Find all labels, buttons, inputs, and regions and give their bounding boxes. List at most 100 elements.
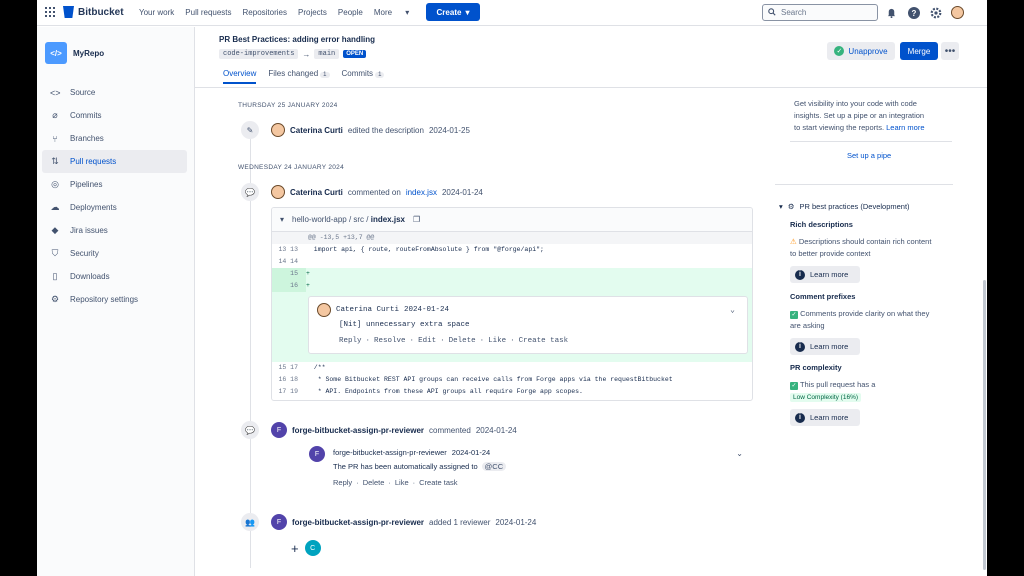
target-branch[interactable]: main — [314, 49, 340, 59]
commit-icon: ⌀ — [52, 110, 58, 120]
sidebar-item-branches[interactable]: ⑂ Branches — [42, 127, 187, 150]
create-task-link[interactable]: Create task — [519, 335, 569, 347]
file-link[interactable]: index.jsx — [406, 188, 437, 197]
like-link[interactable]: Like — [395, 478, 409, 487]
reviewers-list: + C — [291, 540, 321, 556]
bot-avatar[interactable]: F — [271, 422, 287, 438]
reviewer-avatar[interactable]: C — [304, 540, 321, 556]
learn-more-button[interactable]: i Learn more — [790, 338, 860, 355]
day-header: THURSDAY 25 JANUARY 2024 — [238, 102, 338, 109]
sidebar-item-pull-requests[interactable]: ⇅ Pull requests — [42, 150, 187, 173]
author-name[interactable]: Caterina Curti — [290, 188, 343, 197]
sidebar: </> MyRepo <> Source ⌀ Commits ⑂ Branches ⇅… — [37, 27, 195, 576]
user-mention[interactable]: @CC — [481, 462, 507, 471]
learn-more-link[interactable]: Learn more — [886, 123, 924, 132]
sidebar-item-pipelines[interactable]: ◎ Pipelines — [42, 173, 187, 196]
pr-practices-header[interactable]: ▾ ⚙ PR best practices (Development) — [779, 202, 910, 211]
repo-header[interactable]: </> MyRepo — [45, 42, 104, 64]
unapprove-button[interactable]: ✓ Unapprove — [827, 42, 895, 60]
branch-info: code-improvements → main OPEN — [219, 49, 367, 59]
inline-comment-row: Caterina Curti 2024-01-24 ⌄ [Nit] unnece… — [272, 292, 752, 362]
activity-feed: THURSDAY 25 JANUARY 2024 ✎ Caterina Curt… — [195, 88, 775, 576]
vertical-scrollbar[interactable] — [983, 280, 986, 570]
app-switcher-icon[interactable] — [45, 7, 55, 17]
sidebar-item-jira-issues[interactable]: ◆ Jira issues — [42, 219, 187, 242]
chevron-down-icon: ▾ — [405, 8, 410, 17]
nav-projects[interactable]: Projects — [298, 8, 327, 17]
source-branch[interactable]: code-improvements — [219, 49, 299, 59]
author-name[interactable]: forge-bitbucket-assign-pr-reviewer — [292, 518, 424, 527]
svg-text:?: ? — [911, 9, 916, 18]
gear-icon: ⚙ — [50, 294, 60, 304]
complexity-badge: Low Complexity (16%) — [790, 393, 862, 402]
inline-comment: Caterina Curti 2024-01-24 ⌄ [Nit] unnece… — [308, 296, 748, 354]
like-link[interactable]: Like — [488, 335, 506, 347]
avatar[interactable] — [271, 185, 285, 199]
setup-pipe-link[interactable]: Set up a pipe — [847, 150, 891, 162]
bot-avatar[interactable]: F — [309, 446, 325, 462]
create-task-link[interactable]: Create task — [419, 478, 457, 487]
bot-avatar[interactable]: F — [271, 514, 287, 530]
sidebar-item-deployments[interactable]: ☁ Deployments — [42, 196, 187, 219]
author-name[interactable]: Caterina Curti — [290, 126, 343, 135]
settings-gear-icon[interactable] — [929, 6, 942, 19]
sidebar-item-commits[interactable]: ⌀ Commits — [42, 104, 187, 127]
rich-descriptions-text: ⚠ Descriptions should contain rich conte… — [790, 237, 932, 258]
check-box-icon: ✓ — [790, 311, 798, 319]
learn-more-button[interactable]: i Learn more — [790, 409, 860, 426]
bitbucket-logo[interactable]: Bitbucket — [63, 6, 124, 18]
right-sidebar: Get visibility into your code with code … — [775, 88, 987, 576]
check-box-icon: ✓ — [790, 382, 798, 390]
chevron-down-icon[interactable]: ⌄ — [730, 305, 735, 317]
chevron-down-icon[interactable]: ⌄ — [736, 449, 743, 458]
resolve-link[interactable]: Resolve — [374, 335, 406, 347]
more-actions-icon[interactable]: ••• — [941, 42, 959, 60]
comment-icon: 💬 — [241, 421, 259, 439]
reply-text: The PR has been automatically assigned t… — [333, 462, 507, 471]
sidebar-item-downloads[interactable]: ▯ Downloads — [42, 265, 187, 288]
chevron-down-icon[interactable]: ▾ — [280, 215, 284, 224]
pipeline-icon: ◎ — [51, 179, 59, 189]
app-window: Bitbucket Your work Pull requests Reposi… — [37, 0, 987, 576]
user-avatar[interactable] — [951, 6, 964, 19]
search-input[interactable]: Search — [762, 4, 878, 21]
info-icon: i — [795, 341, 805, 352]
nav-pull-requests[interactable]: Pull requests — [185, 8, 231, 17]
pr-tabs: Overview Files changed 1 Commits 1 — [223, 69, 385, 84]
delete-link[interactable]: Delete — [363, 478, 385, 487]
top-right-icons: ? — [885, 6, 964, 19]
nav-your-work[interactable]: Your work — [139, 8, 174, 17]
chevron-down-icon: ▾ — [465, 7, 470, 17]
sidebar-item-security[interactable]: ⛉ Security — [42, 242, 187, 265]
tab-commits[interactable]: Commits 1 — [342, 69, 385, 84]
edit-link[interactable]: Edit — [418, 335, 436, 347]
notifications-icon[interactable] — [885, 6, 898, 19]
tab-files-changed[interactable]: Files changed 1 — [268, 69, 330, 84]
delete-link[interactable]: Delete — [449, 335, 476, 347]
comment-icon: 💬 — [241, 183, 259, 201]
nav-people[interactable]: People — [338, 8, 363, 17]
tab-overview[interactable]: Overview — [223, 69, 257, 84]
comment-header: Caterina Curti 2024-01-24 — [317, 303, 449, 317]
bitbucket-logo-icon — [63, 6, 74, 18]
divider — [775, 184, 953, 185]
sidebar-item-repository-settings[interactable]: ⚙ Repository settings — [42, 288, 187, 311]
author-name[interactable]: forge-bitbucket-assign-pr-reviewer — [292, 426, 424, 435]
copy-icon[interactable]: ❐ — [413, 215, 420, 224]
merge-button[interactable]: Merge — [900, 42, 938, 60]
reply-actions: Reply · Delete · Like · Create task — [333, 478, 458, 487]
learn-more-button[interactable]: i Learn more — [790, 266, 860, 283]
create-button[interactable]: Create ▾ — [426, 3, 480, 21]
nav-repositories[interactable]: Repositories — [243, 8, 287, 17]
horizontal-scrollbar[interactable] — [274, 400, 750, 401]
avatar[interactable] — [271, 123, 285, 137]
nav-more[interactable]: More ▾ — [374, 8, 420, 17]
activity-reviewer-event: F forge-bitbucket-assign-pr-reviewer add… — [271, 514, 536, 530]
help-icon[interactable]: ? — [907, 6, 920, 19]
avatar[interactable] — [317, 303, 331, 317]
code-diff: ▾ hello-world-app / src / index.jsx ❐ @@… — [271, 207, 753, 401]
sidebar-item-source[interactable]: <> Source — [42, 81, 187, 104]
diff-file-header: ▾ hello-world-app / src / index.jsx ❐ — [272, 208, 752, 232]
reply-link[interactable]: Reply — [339, 335, 362, 347]
reply-link[interactable]: Reply — [333, 478, 352, 487]
